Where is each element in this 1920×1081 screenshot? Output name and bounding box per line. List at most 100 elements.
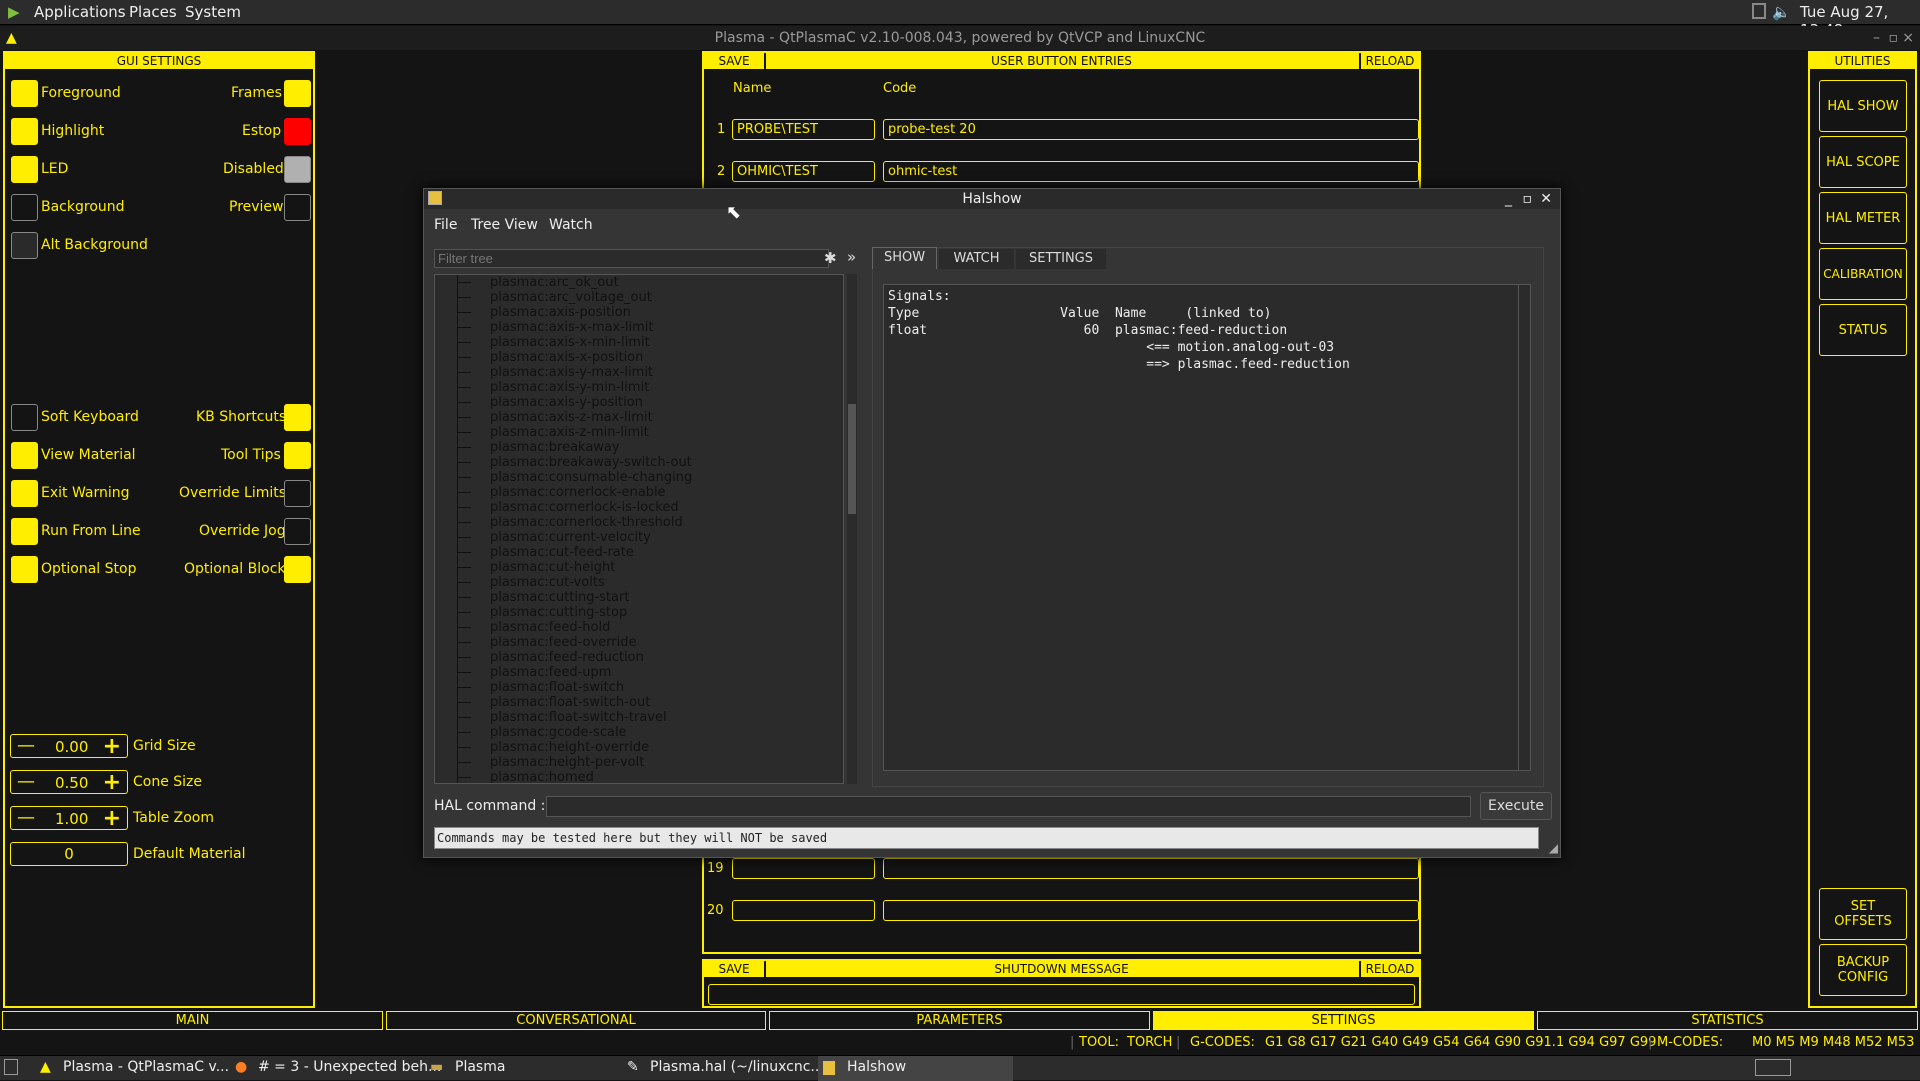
tree-node[interactable]: plasmac:cut-height <box>435 560 843 575</box>
tree-node-label[interactable]: plasmac:feed-override <box>490 635 637 650</box>
tree-node-label[interactable]: plasmac:consumable-changing <box>490 470 692 485</box>
background-color-swatch[interactable] <box>11 194 38 221</box>
tree-node-label[interactable]: plasmac:homed <box>490 770 594 783</box>
tree-node[interactable]: plasmac:axis-x-max-limit <box>435 320 843 335</box>
distro-logo-icon[interactable]: ▶ <box>8 3 20 21</box>
tree-node-label[interactable]: plasmac:axis-y-min-limit <box>490 380 649 395</box>
default-material-spinbox[interactable]: 0 <box>10 842 128 866</box>
tree-node-label[interactable]: plasmac:cornerlock-is-locked <box>490 500 679 515</box>
optional-block-checkbox[interactable] <box>284 556 311 583</box>
tree-node-label[interactable]: plasmac:float-switch <box>490 680 624 695</box>
plus-icon[interactable]: + <box>103 806 121 831</box>
tree-node-label[interactable]: plasmac:feed-hold <box>490 620 610 635</box>
tree-node-label[interactable]: plasmac:float-switch-travel <box>490 710 667 725</box>
backup-config-button[interactable]: BACKUP CONFIG <box>1819 944 1907 996</box>
volume-icon[interactable]: 🔈 <box>1772 3 1791 21</box>
override-jog-checkbox[interactable] <box>284 518 311 545</box>
button-name-field[interactable]: PROBE\TEST <box>732 119 875 140</box>
tree-node[interactable]: plasmac:cornerlock-enable <box>435 485 843 500</box>
tree-node[interactable]: plasmac:breakaway <box>435 440 843 455</box>
shutdown-save-button[interactable]: SAVE <box>704 961 766 977</box>
tree-view-menu[interactable]: Tree View <box>471 217 538 233</box>
tab-show[interactable]: SHOW <box>872 247 937 269</box>
button-code-field[interactable] <box>883 900 1419 921</box>
tree-node-label[interactable]: plasmac:cut-feed-rate <box>490 545 634 560</box>
tree-node[interactable]: plasmac:cornerlock-threshold <box>435 515 843 530</box>
status-button[interactable]: STATUS <box>1819 304 1907 356</box>
tree-node[interactable]: plasmac:breakaway-switch-out <box>435 455 843 470</box>
filter-tree-input[interactable] <box>434 249 829 268</box>
tree-node-label[interactable]: plasmac:axis-position <box>490 305 631 320</box>
tree-node[interactable]: plasmac:axis-position <box>435 305 843 320</box>
button-code-field[interactable] <box>883 858 1419 879</box>
tree-node[interactable]: plasmac:gcode-scale <box>435 725 843 740</box>
applications-menu[interactable]: Applications <box>34 3 126 21</box>
places-menu[interactable]: Places <box>129 3 177 21</box>
tree-node[interactable]: plasmac:float-switch-out <box>435 695 843 710</box>
shutdown-message-field[interactable] <box>708 984 1415 1005</box>
task-plasma-qtplasmac[interactable]: Plasma - QtPlasmaC v... <box>63 1059 229 1075</box>
tree-node-label[interactable]: plasmac:float-switch-out <box>490 695 650 710</box>
system-menu[interactable]: System <box>185 3 241 21</box>
foreground-color-swatch[interactable] <box>11 80 38 107</box>
tree-node-label[interactable]: plasmac:cut-volts <box>490 575 605 590</box>
resize-grip-icon[interactable]: ◢ <box>1549 841 1558 855</box>
alt-background-color-swatch[interactable] <box>11 232 38 259</box>
close-icon[interactable]: ✕ <box>1540 189 1552 209</box>
plus-icon[interactable]: + <box>103 770 121 795</box>
preview-color-swatch[interactable] <box>284 194 311 221</box>
hal-command-input[interactable] <box>546 796 1471 817</box>
tree-node[interactable]: plasmac:axis-y-min-limit <box>435 380 843 395</box>
hal-tree[interactable]: plasmac:arc_ok_out plasmac:arc_voltage_ou… <box>434 274 844 784</box>
tree-node-label[interactable]: plasmac:axis-z-max-limit <box>490 410 653 425</box>
task-halshow[interactable]: Halshow <box>847 1059 906 1075</box>
maximize-icon[interactable]: ▫ <box>1523 189 1533 209</box>
tree-node[interactable]: plasmac:cutting-start <box>435 590 843 605</box>
tree-node[interactable]: plasmac:consumable-changing <box>435 470 843 485</box>
tree-node[interactable]: plasmac:height-per-volt <box>435 755 843 770</box>
expand-button[interactable]: » <box>847 248 856 266</box>
halshow-titlebar[interactable]: Halshow _ ▫ ✕ <box>424 189 1560 209</box>
watch-menu[interactable]: Watch <box>549 217 593 233</box>
tree-node-label[interactable]: plasmac:cornerlock-threshold <box>490 515 683 530</box>
minus-icon[interactable]: — <box>17 736 35 756</box>
kb-shortcuts-checkbox[interactable] <box>284 404 311 431</box>
tree-node[interactable]: plasmac:axis-y-max-limit <box>435 365 843 380</box>
tree-node-label[interactable]: plasmac:gcode-scale <box>490 725 627 740</box>
shutdown-reload-button[interactable]: RELOAD <box>1359 961 1419 977</box>
disabled-color-swatch[interactable] <box>284 156 311 183</box>
tree-node-label[interactable]: plasmac:current-velocity <box>490 530 651 545</box>
tab-settings-halshow[interactable]: SETTINGS <box>1016 249 1106 269</box>
show-text-area[interactable]: Signals: Type Value Name (linked to) flo… <box>883 284 1531 771</box>
grid-size-spinbox[interactable]: — 0.00 + <box>10 734 128 759</box>
tree-node[interactable]: plasmac:axis-z-min-limit <box>435 425 843 440</box>
plus-icon[interactable]: + <box>103 734 121 759</box>
minimize-icon[interactable]: – <box>1873 26 1880 50</box>
minimize-icon[interactable]: _ <box>1505 189 1512 209</box>
tree-node[interactable]: plasmac:float-switch <box>435 680 843 695</box>
file-menu[interactable]: File <box>434 217 457 233</box>
exit-warning-checkbox[interactable] <box>11 480 38 507</box>
cone-size-spinbox[interactable]: — 0.50 + <box>10 770 128 795</box>
tab-statistics[interactable]: STATISTICS <box>1537 1011 1918 1030</box>
button-name-field[interactable] <box>732 900 875 921</box>
tree-node[interactable]: plasmac:float-switch-travel <box>435 710 843 725</box>
tree-node-label[interactable]: plasmac:feed-reduction <box>490 650 644 665</box>
soft-keyboard-checkbox[interactable] <box>11 404 38 431</box>
tree-node-label[interactable]: plasmac:breakaway-switch-out <box>490 455 692 470</box>
tab-settings[interactable]: SETTINGS <box>1153 1011 1534 1030</box>
tree-node-label[interactable]: plasmac:cutting-stop <box>490 605 627 620</box>
tree-node-label[interactable]: plasmac:cornerlock-enable <box>490 485 666 500</box>
button-code-field[interactable]: ohmic-test <box>883 161 1419 182</box>
tree-node[interactable]: plasmac:feed-hold <box>435 620 843 635</box>
scrollbar-thumb[interactable] <box>848 404 856 514</box>
optional-stop-checkbox[interactable] <box>11 556 38 583</box>
tree-node[interactable]: plasmac:arc_voltage_out <box>435 290 843 305</box>
tab-parameters[interactable]: PARAMETERS <box>769 1011 1150 1030</box>
tree-node[interactable]: plasmac:axis-x-position <box>435 350 843 365</box>
run-from-line-checkbox[interactable] <box>11 518 38 545</box>
tree-node-label[interactable]: plasmac:axis-z-min-limit <box>490 425 649 440</box>
tab-watch[interactable]: WATCH <box>939 249 1014 269</box>
gear-icon[interactable]: ✱ <box>824 249 837 267</box>
task-browser[interactable]: # = 3 - Unexpected beh... <box>258 1059 441 1075</box>
